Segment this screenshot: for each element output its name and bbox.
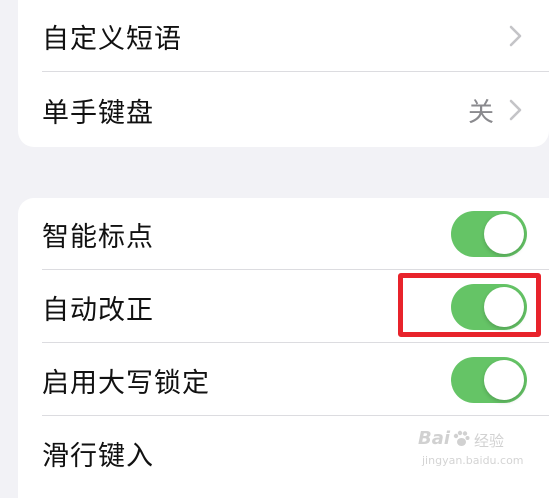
watermark-logo: Bai: [418, 428, 451, 449]
row-value: 关: [467, 97, 494, 128]
paw-icon: [453, 430, 470, 446]
divider: [42, 342, 549, 343]
annotation-highlight-box: [398, 273, 541, 337]
chevron-right-icon: [509, 99, 522, 121]
divider: [42, 71, 549, 72]
row-smart-punctuation: 智能标点: [18, 198, 549, 270]
smart-punctuation-toggle[interactable]: [451, 211, 527, 257]
toggle-knob: [484, 360, 524, 400]
row-label: 启用大写锁定: [42, 367, 210, 399]
toggle-knob: [484, 214, 524, 254]
settings-group-keyboard-options: 自定义短语 单手键盘 关: [18, 0, 549, 147]
row-label: 智能标点: [42, 221, 154, 253]
watermark-url: jingyan.baidu.com: [422, 454, 524, 467]
baidu-jingyan-watermark: Bai 经验 jingyan.baidu.com: [418, 428, 528, 476]
caps-lock-toggle[interactable]: [451, 357, 527, 403]
watermark-jingyan: 经验: [474, 432, 505, 450]
row-label: 自定义短语: [42, 23, 182, 55]
row-caps-lock: 启用大写锁定: [18, 344, 549, 416]
row-label: 滑行键入: [42, 440, 154, 472]
row-label: 单手键盘: [42, 97, 154, 129]
divider: [42, 415, 549, 416]
divider: [42, 269, 549, 270]
chevron-right-icon: [509, 25, 522, 47]
row-label: 自动改正: [42, 294, 154, 326]
row-one-handed-keyboard[interactable]: 单手键盘 关: [18, 74, 549, 146]
row-custom-phrases[interactable]: 自定义短语: [18, 0, 549, 72]
